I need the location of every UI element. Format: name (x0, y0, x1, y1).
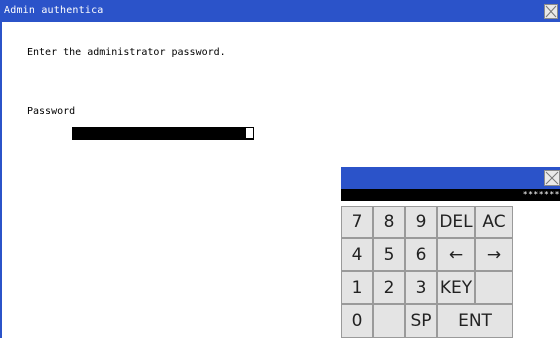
title-bar: Admin authentica (0, 0, 560, 22)
key-6[interactable]: 6 (405, 238, 437, 271)
key-all-clear[interactable]: AC (475, 206, 513, 238)
password-label: Password (27, 106, 76, 117)
key-9[interactable]: 9 (405, 206, 437, 238)
key-7[interactable]: 7 (341, 206, 373, 238)
key-enter[interactable]: ENT (437, 304, 513, 338)
key-4[interactable]: 4 (341, 238, 373, 271)
key-delete[interactable]: DEL (437, 206, 475, 238)
close-icon (545, 171, 559, 185)
key-right-arrow[interactable]: → (475, 238, 513, 271)
key-0[interactable]: 0 (341, 304, 373, 338)
key-left-arrow[interactable]: ← (437, 238, 475, 271)
key-space[interactable]: SP (405, 304, 437, 338)
numeric-keypad: ******* 7 8 9 DEL AC 4 5 6 ← → 1 2 3 KEY… (341, 167, 560, 338)
key-3[interactable]: 3 (405, 271, 437, 304)
keypad-display-value: ******* (522, 190, 560, 199)
instruction-text: Enter the administrator password. (27, 47, 226, 58)
key-2[interactable]: 2 (373, 271, 405, 304)
key-keyboard-switch[interactable]: KEY (437, 271, 475, 304)
key-blank[interactable] (475, 271, 513, 304)
close-button[interactable] (544, 4, 558, 19)
text-cursor (246, 128, 253, 138)
close-icon (545, 5, 557, 18)
password-input[interactable] (72, 127, 254, 140)
window-title: Admin authentica (4, 5, 104, 16)
key-blank-2[interactable] (373, 304, 405, 338)
key-8[interactable]: 8 (373, 206, 405, 238)
keypad-display: ******* (341, 189, 560, 201)
key-5[interactable]: 5 (373, 238, 405, 271)
keypad-close-button[interactable] (544, 170, 560, 186)
window-border (0, 22, 2, 338)
key-1[interactable]: 1 (341, 271, 373, 304)
keypad-title-bar (341, 167, 560, 189)
